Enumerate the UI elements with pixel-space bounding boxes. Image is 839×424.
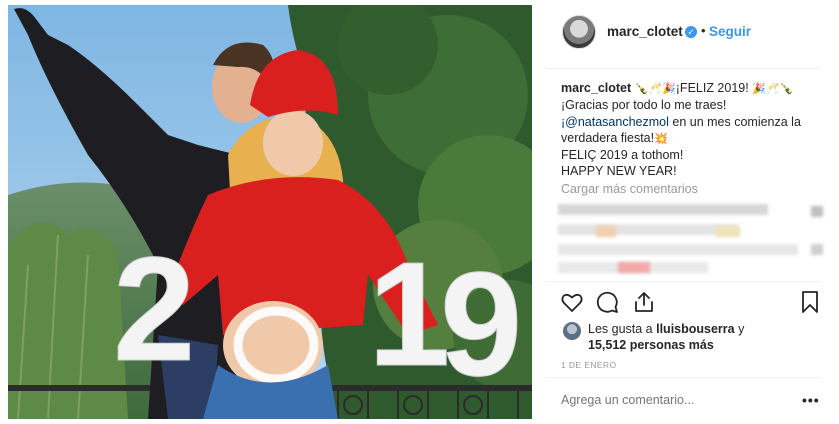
mention-link[interactable]: ¡@natasanchezmol (561, 115, 669, 129)
blurred-comment (811, 244, 823, 255)
caption-line-3-rest: en un mes comienza la (668, 114, 801, 129)
number-card-1: 1 (368, 232, 450, 397)
likes-count[interactable]: 15,512 personas más (588, 337, 714, 353)
party-emoji-icon: 🎉🥂🍾 (752, 82, 794, 95)
likes-prefix: Les gusta a (588, 322, 657, 336)
caption-greeting: ¡FELIZ 2019! (675, 81, 749, 95)
author-avatar[interactable] (562, 15, 596, 49)
blurred-comment (558, 224, 738, 235)
bottle-glasses-emoji-icon: 🍾🥂🎉 (634, 82, 676, 95)
photo-illustration: 2 1 9 (8, 5, 532, 419)
post-photo[interactable]: 2 1 9 (8, 5, 532, 419)
add-comment-input[interactable] (561, 393, 761, 407)
action-bar (560, 290, 822, 314)
post-header: marc_clotet ✓ • Seguir (546, 12, 826, 56)
liker-username[interactable]: lluisbouserra (656, 322, 735, 336)
blurred-comment (558, 204, 768, 215)
blurred-comment (596, 226, 616, 237)
follow-button[interactable]: Seguir (709, 24, 751, 39)
liker-avatar[interactable] (563, 322, 581, 340)
header-divider (546, 68, 821, 69)
caption-line-5: FELIÇ 2019 a tothom! (561, 148, 684, 163)
blurred-comment (558, 244, 798, 255)
comment-divider (546, 377, 821, 378)
likes-line-1: Les gusta a lluisbouserra y (588, 321, 744, 337)
more-options-icon[interactable]: ••• (802, 392, 820, 408)
number-card-2: 2 (113, 227, 195, 392)
actions-divider (546, 281, 821, 282)
blurred-comment (716, 226, 740, 237)
post-side-panel: marc_clotet ✓ • Seguir marc_clotet 🍾🥂🎉¡F… (546, 0, 839, 424)
share-icon[interactable] (632, 290, 656, 314)
number-card-9: 9 (440, 242, 522, 407)
caption-line-4-text: verdadera fiesta! (561, 130, 655, 145)
separator-dot: • (701, 23, 706, 38)
caption-line-6: HAPPY NEW YEAR! (561, 164, 677, 179)
collision-emoji-icon: 💥 (654, 131, 668, 145)
load-more-comments-link[interactable]: Cargar más comentarios (561, 182, 698, 196)
caption-username[interactable]: marc_clotet (561, 81, 631, 95)
bookmark-icon[interactable] (798, 290, 822, 314)
caption-line-1: marc_clotet 🍾🥂🎉¡FELIZ 2019! 🎉🥂🍾 (561, 80, 821, 97)
blurred-comments (556, 200, 828, 276)
caption-line-2: ¡Gracias por todo lo me traes! (561, 98, 727, 113)
blurred-comment (618, 262, 650, 273)
comment-icon[interactable] (595, 290, 619, 314)
likes-suffix: y (734, 322, 745, 336)
blurred-comment (811, 206, 823, 217)
caption-line-4: verdadera fiesta!💥 (561, 130, 821, 147)
post-date[interactable]: 1 DE ENERO (561, 360, 617, 370)
instagram-post: 2 1 9 marc_clotet ✓ • Seguir marc_clotet… (0, 0, 839, 424)
caption-line-3: ¡@natasanchezmol en un mes comienza la (561, 114, 821, 130)
author-username[interactable]: marc_clotet (607, 24, 683, 39)
heart-icon[interactable] (560, 290, 584, 314)
verified-badge-icon: ✓ (685, 26, 697, 38)
post-caption: marc_clotet 🍾🥂🎉¡FELIZ 2019! 🎉🥂🍾 ¡Gracias… (561, 80, 821, 180)
